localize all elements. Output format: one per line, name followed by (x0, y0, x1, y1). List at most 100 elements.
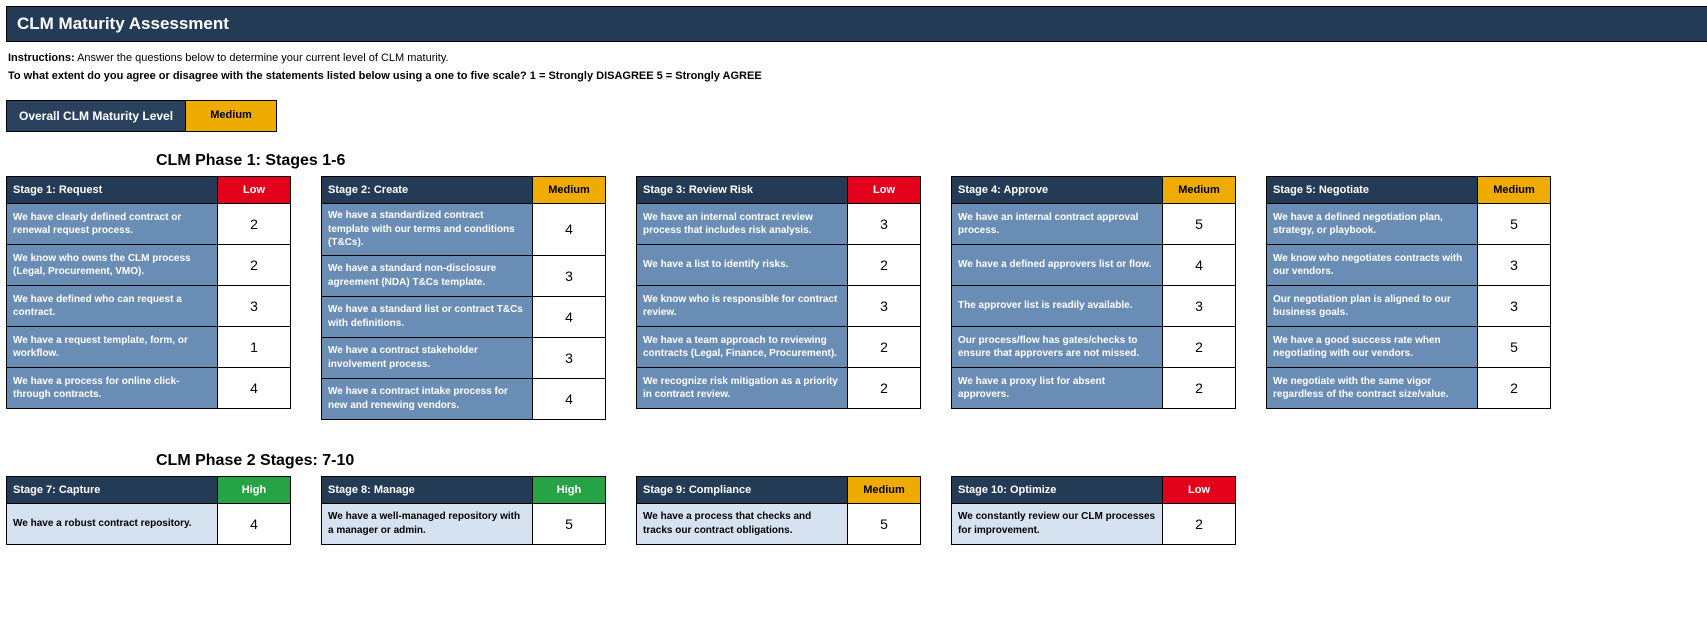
question-text: We negotiate with the same vigor regardl… (1267, 368, 1478, 408)
stage-level-badge: Medium (1478, 177, 1550, 204)
stage-name: Stage 4: Approve (952, 177, 1163, 204)
question-text: We have an internal contract review proc… (637, 204, 848, 244)
question-text: Our negotiation plan is aligned to our b… (1267, 286, 1478, 326)
question-value[interactable]: 2 (218, 245, 290, 285)
question-row: We constantly review our CLM processes f… (952, 504, 1235, 544)
stage-card: Stage 10: OptimizeLowWe constantly revie… (951, 476, 1236, 545)
stage-name: Stage 2: Create (322, 177, 533, 204)
question-value[interactable]: 3 (848, 286, 920, 326)
question-text: We have defined who can request a contra… (7, 286, 218, 326)
question-value[interactable]: 3 (848, 204, 920, 244)
question-text: We have an internal contract approval pr… (952, 204, 1163, 244)
question-row: We have defined who can request a contra… (7, 286, 290, 327)
question-row: We have a proxy list for absent approver… (952, 368, 1235, 408)
question-value[interactable]: 3 (218, 286, 290, 326)
stage-level-badge: High (533, 477, 605, 504)
question-value[interactable]: 2 (848, 245, 920, 285)
stage-level-badge: Medium (1163, 177, 1235, 204)
question-value[interactable]: 4 (218, 504, 290, 544)
question-value[interactable]: 2 (218, 204, 290, 244)
question-value[interactable]: 4 (533, 379, 605, 419)
question-text: We have a proxy list for absent approver… (952, 368, 1163, 408)
question-value[interactable]: 4 (218, 368, 290, 408)
question-text: We have a process that checks and tracks… (637, 504, 848, 544)
stage-card: Stage 5: NegotiateMediumWe have a define… (1266, 176, 1551, 409)
question-row: We have a process for online click-throu… (7, 368, 290, 408)
stage-level-badge: Medium (533, 177, 605, 204)
page-title: CLM Maturity Assessment (6, 6, 1707, 42)
question-text: We have a good success rate when negotia… (1267, 327, 1478, 367)
question-row: We have a well-managed repository with a… (322, 504, 605, 544)
question-value[interactable]: 5 (1163, 204, 1235, 244)
stage-level-badge: High (218, 477, 290, 504)
question-text: We have a defined approvers list or flow… (952, 245, 1163, 285)
question-value[interactable]: 2 (1478, 368, 1550, 408)
question-value[interactable]: 5 (848, 504, 920, 544)
stage-card: Stage 1: RequestLowWe have clearly defin… (6, 176, 291, 409)
question-row: The approver list is readily available.3 (952, 286, 1235, 327)
question-value[interactable]: 5 (533, 504, 605, 544)
stage-name: Stage 10: Optimize (952, 477, 1163, 504)
question-text: We know who is responsible for contract … (637, 286, 848, 326)
phase1-row: Stage 1: RequestLowWe have clearly defin… (6, 176, 1707, 420)
question-text: We have a process for online click-throu… (7, 368, 218, 408)
question-value[interactable]: 2 (1163, 368, 1235, 408)
phase1-title: CLM Phase 1: Stages 1-6 (156, 152, 1707, 170)
question-value[interactable]: 2 (848, 327, 920, 367)
overall-label: Overall CLM Maturity Level (7, 101, 186, 131)
question-row: We have a defined negotiation plan, stra… (1267, 204, 1550, 245)
stage-card: Stage 7: CaptureHighWe have a robust con… (6, 476, 291, 545)
question-text: Our process/flow has gates/checks to ens… (952, 327, 1163, 367)
question-text: We have a defined negotiation plan, stra… (1267, 204, 1478, 244)
question-text: We have a request template, form, or wor… (7, 327, 218, 367)
question-value[interactable]: 2 (1163, 504, 1235, 544)
question-row: We have a robust contract repository.4 (7, 504, 290, 544)
question-value[interactable]: 5 (1478, 327, 1550, 367)
phase2-row: Stage 7: CaptureHighWe have a robust con… (6, 476, 1707, 545)
stage-card: Stage 4: ApproveMediumWe have an interna… (951, 176, 1236, 409)
question-value[interactable]: 4 (1163, 245, 1235, 285)
stage-name: Stage 1: Request (7, 177, 218, 204)
question-row: We have a defined approvers list or flow… (952, 245, 1235, 286)
question-row: We know who is responsible for contract … (637, 286, 920, 327)
stage-name: Stage 5: Negotiate (1267, 177, 1478, 204)
question-value[interactable]: 4 (533, 297, 605, 337)
question-text: We constantly review our CLM processes f… (952, 504, 1163, 544)
stage-name: Stage 3: Review Risk (637, 177, 848, 204)
stage-level-badge: Low (218, 177, 290, 204)
stage-card: Stage 3: Review RiskLowWe have an intern… (636, 176, 921, 409)
question-row: We have clearly defined contract or rene… (7, 204, 290, 245)
question-value[interactable]: 3 (1478, 286, 1550, 326)
question-value[interactable]: 5 (1478, 204, 1550, 244)
instructions: Instructions: Answer the questions below… (8, 52, 1707, 64)
question-value[interactable]: 3 (1478, 245, 1550, 285)
question-text: We know who negotiates contracts with ou… (1267, 245, 1478, 285)
question-text: We recognize risk mitigation as a priori… (637, 368, 848, 408)
question-value[interactable]: 3 (533, 256, 605, 296)
question-value[interactable]: 2 (848, 368, 920, 408)
question-text: We have a standardized contract template… (322, 204, 533, 255)
scale-question: To what extent do you agree or disagree … (8, 70, 1707, 82)
stage-name: Stage 8: Manage (322, 477, 533, 504)
question-row: We have a list to identify risks.2 (637, 245, 920, 286)
stage-name: Stage 9: Compliance (637, 477, 848, 504)
question-text: We have a standard list or contract T&Cs… (322, 297, 533, 337)
question-row: We have an internal contract approval pr… (952, 204, 1235, 245)
question-value[interactable]: 1 (218, 327, 290, 367)
question-text: The approver list is readily available. (952, 286, 1163, 326)
question-row: We recognize risk mitigation as a priori… (637, 368, 920, 408)
question-text: We have a contract intake process for ne… (322, 379, 533, 419)
question-row: We have a team approach to reviewing con… (637, 327, 920, 368)
question-value[interactable]: 3 (533, 338, 605, 378)
instructions-text: Answer the questions below to determine … (75, 52, 449, 64)
question-value[interactable]: 3 (1163, 286, 1235, 326)
question-row: Our negotiation plan is aligned to our b… (1267, 286, 1550, 327)
question-text: We have a robust contract repository. (7, 504, 218, 544)
question-text: We have clearly defined contract or rene… (7, 204, 218, 244)
phase2-title: CLM Phase 2 Stages: 7-10 (156, 452, 1707, 470)
question-value[interactable]: 4 (533, 204, 605, 255)
question-value[interactable]: 2 (1163, 327, 1235, 367)
question-text: We know who owns the CLM process (Legal,… (7, 245, 218, 285)
stage-name: Stage 7: Capture (7, 477, 218, 504)
question-row: We know who owns the CLM process (Legal,… (7, 245, 290, 286)
